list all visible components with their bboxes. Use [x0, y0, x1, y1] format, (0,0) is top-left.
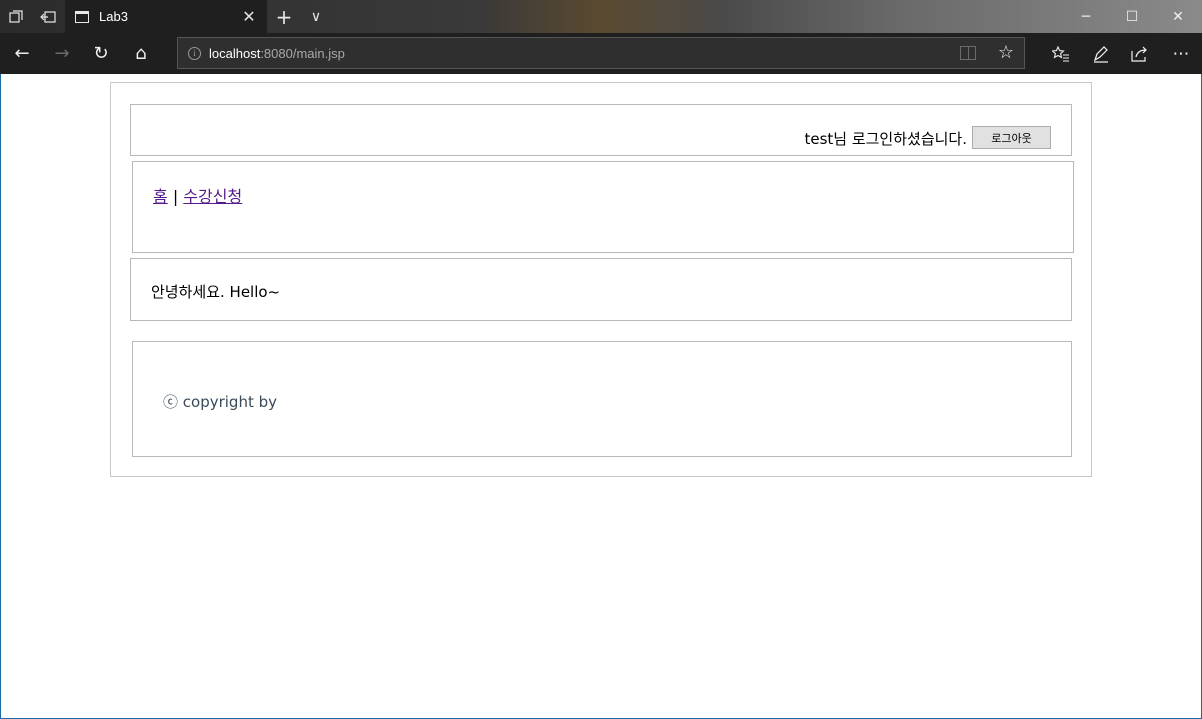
minimize-button[interactable]: ─ [1063, 0, 1109, 33]
tab-active[interactable]: Lab3 ✕ [65, 0, 267, 33]
set-aside-tabs-icon[interactable] [32, 0, 64, 33]
url-text[interactable]: localhost:8080/main.jsp [209, 46, 345, 61]
new-tab-button[interactable]: + [268, 0, 300, 33]
main-section: 안녕하세요. Hello~ [130, 258, 1072, 321]
home-button[interactable]: ⌂ [121, 33, 161, 74]
home-link[interactable]: 홈 [153, 187, 168, 206]
tab-actions-icon[interactable] [0, 0, 32, 33]
window-border-left [0, 74, 1, 719]
close-window-button[interactable]: ✕ [1155, 0, 1201, 33]
nav-links: 홈 | 수강신청 [153, 183, 242, 207]
login-status-text: test님 로그인하셨습니다. [804, 130, 967, 148]
nav-section: 홈 | 수강신청 [132, 161, 1074, 253]
info-icon[interactable]: i [188, 46, 201, 60]
nav-separator: | [172, 187, 179, 206]
maximize-button[interactable]: ☐ [1109, 0, 1155, 33]
notes-pen-icon[interactable] [1081, 33, 1121, 74]
page-wrapper: test님 로그인하셨습니다. 로그아웃 홈 | 수강신청 안녕하세요. Hel… [110, 82, 1092, 477]
browser-titlebar: Lab3 ✕ + ∨ ─ ☐ ✕ [0, 0, 1202, 33]
enroll-link[interactable]: 수강신청 [183, 187, 242, 206]
tab-list-chevron-icon[interactable]: ∨ [300, 0, 332, 33]
logout-button[interactable]: 로그아웃 [972, 126, 1051, 149]
browser-toolbar: ← → ↻ ⌂ i localhost:8080/main.jsp ☆ ⋯ [0, 33, 1202, 74]
address-bar[interactable]: i localhost:8080/main.jsp ☆ [177, 37, 1025, 69]
add-favorite-star-icon[interactable]: ☆ [998, 42, 1014, 64]
reading-view-icon[interactable] [960, 46, 976, 60]
copyright-text: ⓒ copyright by [163, 393, 278, 411]
page-content: test님 로그인하셨습니다. 로그아웃 홈 | 수강신청 안녕하세요. Hel… [0, 74, 1202, 719]
close-tab-icon[interactable]: ✕ [239, 0, 259, 33]
tab-title: Lab3 [99, 9, 128, 24]
forward-button[interactable]: → [42, 33, 82, 74]
share-icon[interactable] [1120, 33, 1160, 74]
refresh-button[interactable]: ↻ [81, 33, 121, 74]
back-button[interactable]: ← [2, 33, 42, 74]
header-section: test님 로그인하셨습니다. 로그아웃 [130, 104, 1072, 156]
page-icon [75, 10, 89, 23]
more-icon[interactable]: ⋯ [1161, 33, 1201, 74]
footer-section: ⓒ copyright by [132, 341, 1072, 457]
favorites-hub-icon[interactable] [1041, 33, 1081, 74]
greeting-text: 안녕하세요. Hello~ [151, 283, 281, 301]
